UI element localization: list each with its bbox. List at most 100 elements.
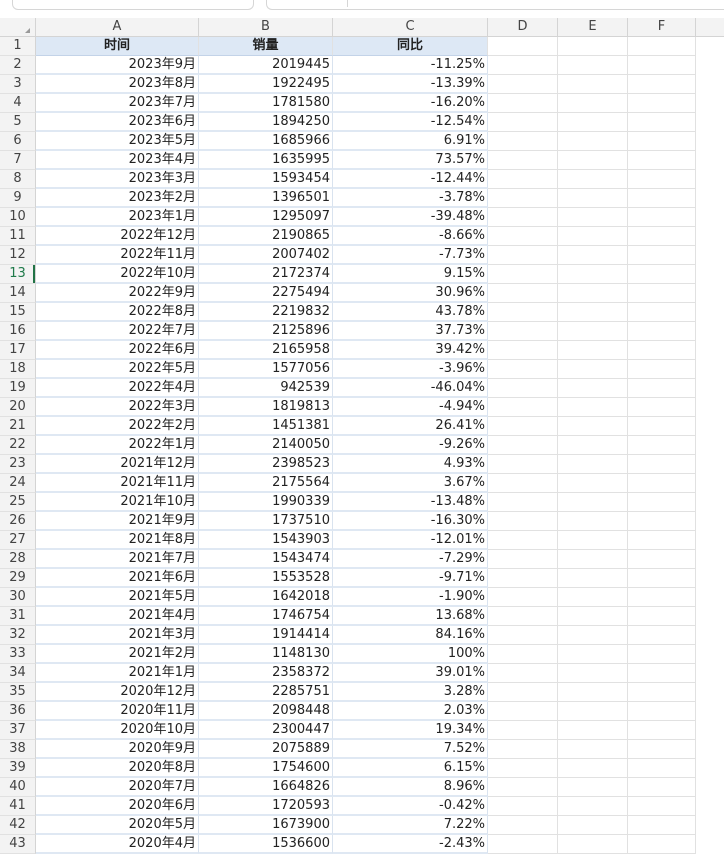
cell-yoy[interactable]: 19.34% [333, 721, 488, 740]
cell[interactable] [558, 512, 628, 531]
cell[interactable] [558, 436, 628, 455]
cell-sales[interactable]: 1990339 [199, 493, 333, 512]
cell-yoy[interactable]: 4.93% [333, 455, 488, 474]
cell[interactable] [558, 379, 628, 398]
cell[interactable] [628, 151, 696, 170]
cell[interactable] [628, 265, 696, 284]
cell-time[interactable]: 2022年9月 [36, 284, 199, 303]
cell-yoy[interactable]: -13.39% [333, 75, 488, 94]
cell[interactable] [558, 189, 628, 208]
cell[interactable] [558, 550, 628, 569]
formula-bar[interactable] [266, 0, 724, 10]
cell-time[interactable]: 2022年1月 [36, 436, 199, 455]
cell[interactable] [558, 360, 628, 379]
cell[interactable] [628, 588, 696, 607]
cell[interactable] [558, 417, 628, 436]
cell-sales[interactable]: 1685966 [199, 132, 333, 151]
row-header[interactable]: 17 [0, 341, 36, 360]
cell[interactable] [628, 759, 696, 778]
cell[interactable] [558, 132, 628, 151]
cell-time[interactable]: 2021年12月 [36, 455, 199, 474]
cell[interactable] [628, 702, 696, 721]
cell[interactable] [628, 227, 696, 246]
cell[interactable] [558, 702, 628, 721]
cell[interactable] [558, 607, 628, 626]
cell[interactable] [488, 322, 558, 341]
cell-sales[interactable]: 2219832 [199, 303, 333, 322]
row-header[interactable]: 6 [0, 132, 36, 151]
name-box[interactable] [12, 0, 254, 10]
column-header-a[interactable]: A [36, 18, 199, 36]
row-header[interactable]: 41 [0, 797, 36, 816]
cell-time[interactable]: 2023年4月 [36, 151, 199, 170]
cell-sales[interactable]: 2165958 [199, 341, 333, 360]
cell[interactable] [488, 778, 558, 797]
row-header[interactable]: 19 [0, 379, 36, 398]
cell[interactable] [488, 113, 558, 132]
cell-time[interactable]: 2022年11月 [36, 246, 199, 265]
cell-time[interactable]: 2021年8月 [36, 531, 199, 550]
cell-yoy[interactable]: 37.73% [333, 322, 488, 341]
cell[interactable] [558, 37, 628, 56]
cell[interactable] [488, 759, 558, 778]
cell-time[interactable]: 2021年7月 [36, 550, 199, 569]
cell[interactable] [628, 455, 696, 474]
cell-yoy[interactable]: -12.44% [333, 170, 488, 189]
cell[interactable] [558, 113, 628, 132]
cell[interactable] [628, 569, 696, 588]
cell[interactable] [488, 398, 558, 417]
row-header[interactable]: 25 [0, 493, 36, 512]
cell-time[interactable]: 2022年5月 [36, 360, 199, 379]
row-header[interactable]: 27 [0, 531, 36, 550]
cell[interactable] [628, 493, 696, 512]
cell[interactable] [488, 170, 558, 189]
cell[interactable] [558, 816, 628, 835]
cell-sales[interactable]: 1536600 [199, 835, 333, 854]
cell[interactable] [628, 56, 696, 75]
cell[interactable] [628, 835, 696, 854]
cell[interactable] [488, 816, 558, 835]
cell-time[interactable]: 2021年6月 [36, 569, 199, 588]
cell-time[interactable]: 2020年9月 [36, 740, 199, 759]
row-header[interactable]: 2 [0, 56, 36, 75]
cell[interactable] [488, 455, 558, 474]
cell[interactable] [488, 94, 558, 113]
cell[interactable] [558, 683, 628, 702]
cell-time[interactable]: 2023年6月 [36, 113, 199, 132]
cell-sales[interactable]: 1635995 [199, 151, 333, 170]
cell[interactable] [628, 797, 696, 816]
cell[interactable] [488, 797, 558, 816]
cell[interactable] [488, 835, 558, 854]
row-header[interactable]: 18 [0, 360, 36, 379]
cell[interactable] [558, 740, 628, 759]
cell[interactable] [558, 151, 628, 170]
row-header[interactable]: 20 [0, 398, 36, 417]
row-header[interactable]: 21 [0, 417, 36, 436]
column-header-b[interactable]: B [199, 18, 333, 36]
cell[interactable] [488, 531, 558, 550]
column-header-e[interactable]: E [558, 18, 628, 36]
cell[interactable] [558, 341, 628, 360]
cell[interactable] [628, 664, 696, 683]
cell[interactable] [628, 94, 696, 113]
cell[interactable] [558, 474, 628, 493]
cell[interactable] [628, 170, 696, 189]
cell[interactable] [558, 778, 628, 797]
cell-yoy[interactable]: -1.90% [333, 588, 488, 607]
cell-time[interactable]: 2021年4月 [36, 607, 199, 626]
cell-yoy[interactable]: 13.68% [333, 607, 488, 626]
row-header[interactable]: 12 [0, 246, 36, 265]
cell-time[interactable]: 2021年10月 [36, 493, 199, 512]
cell-sales[interactable]: 2285751 [199, 683, 333, 702]
cell-time[interactable]: 2022年3月 [36, 398, 199, 417]
cell[interactable] [628, 75, 696, 94]
cell-sales[interactable]: 2358372 [199, 664, 333, 683]
cell-yoy[interactable]: 2.03% [333, 702, 488, 721]
cell-sales[interactable]: 1543474 [199, 550, 333, 569]
cell-sales[interactable]: 1720593 [199, 797, 333, 816]
row-header[interactable]: 7 [0, 151, 36, 170]
row-header[interactable]: 5 [0, 113, 36, 132]
cell-sales[interactable]: 1664826 [199, 778, 333, 797]
cell[interactable] [628, 303, 696, 322]
column-header-c[interactable]: C [333, 18, 488, 36]
